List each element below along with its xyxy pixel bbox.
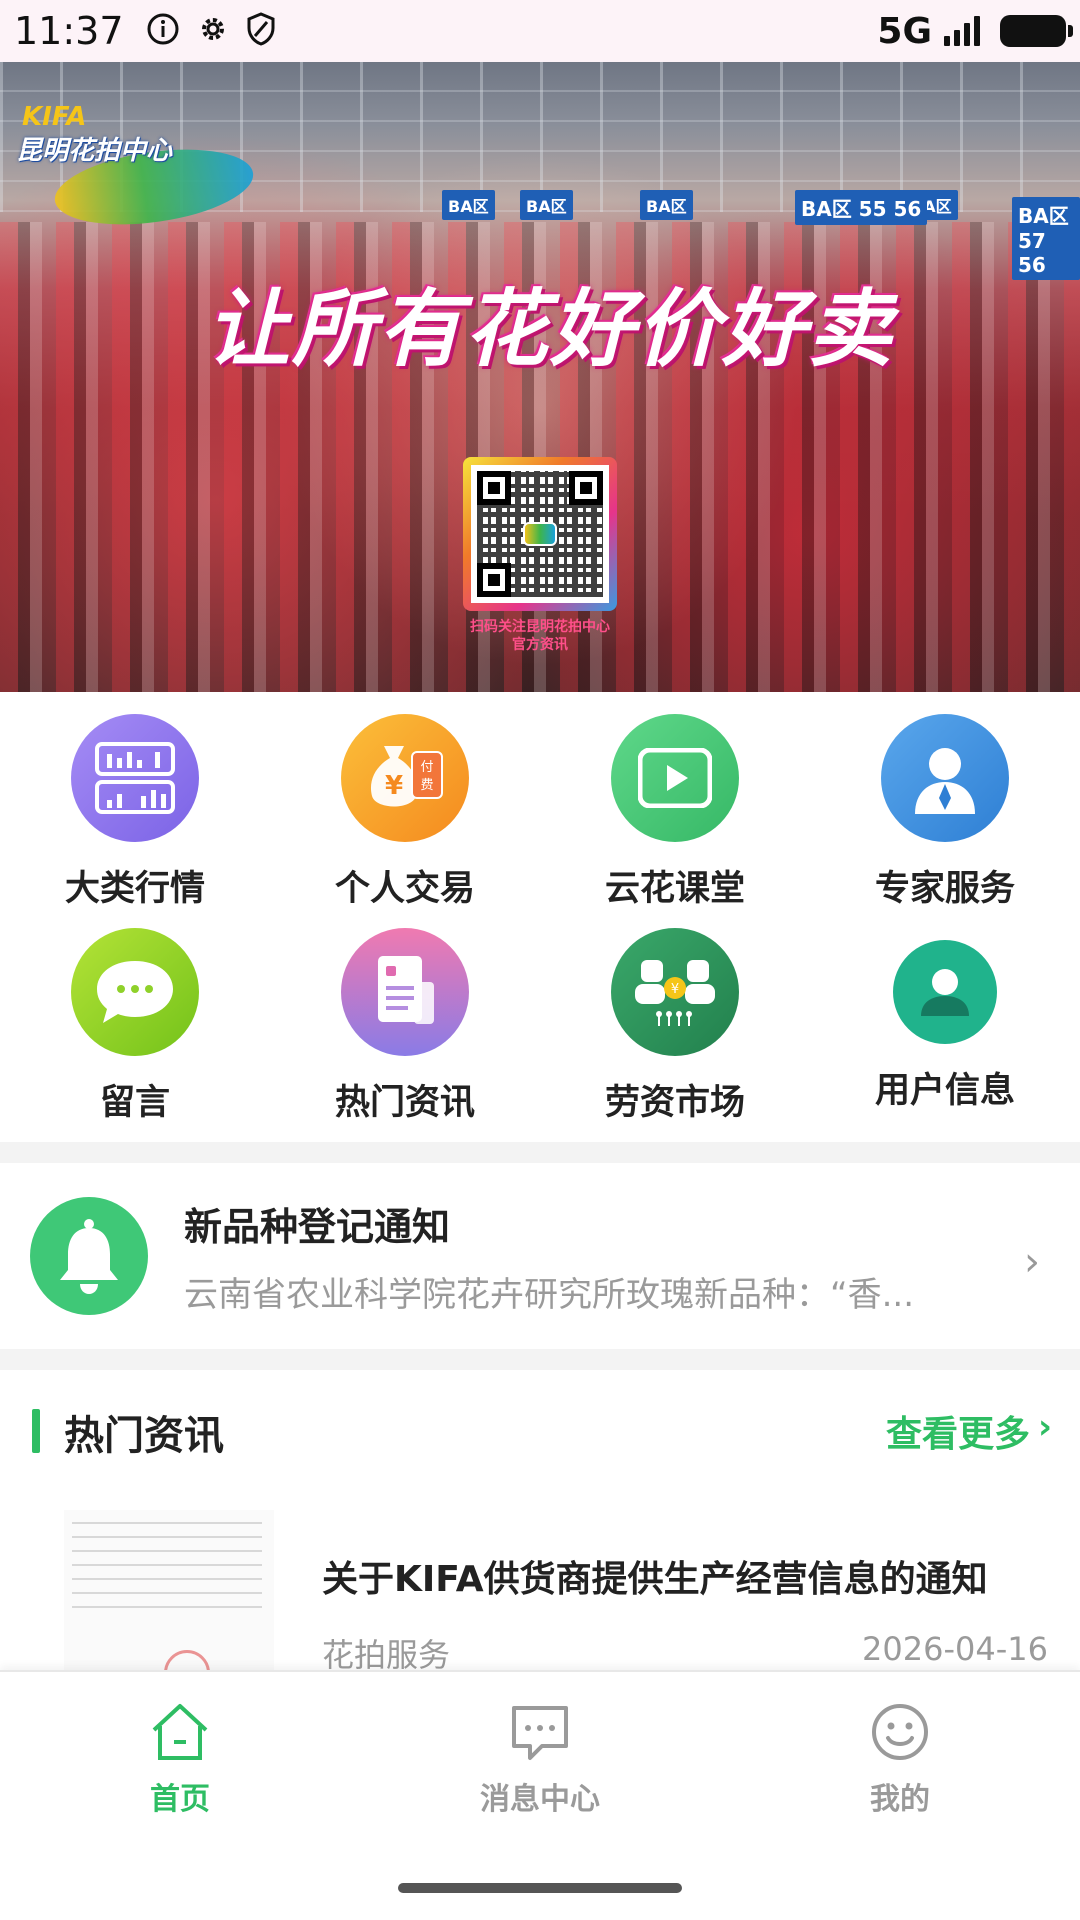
grid-label: 用户信息 [874,1071,1015,1111]
grid-label: 劳资市场 [604,1083,745,1123]
grid-item-message[interactable]: 留言 [0,916,270,1130]
bar-chart-icon [71,714,199,842]
news-date: 2026-04-16 [862,1630,1048,1668]
banner-slogan: 让所有花好价好卖 [205,279,894,378]
zone-sign: BA区 55 56 [795,190,928,225]
grid-item-market[interactable]: 大类行情 [0,702,270,916]
nav-item-messages[interactable]: 消息中心 [440,1702,640,1818]
svg-text:¥: ¥ [671,982,679,997]
qr-caption: 扫码关注昆明花拍中心 官方资讯 [440,618,640,654]
nav-item-home[interactable]: 首页 [80,1702,280,1818]
nav-label: 我的 [870,1782,930,1817]
svg-text:费: 费 [420,778,433,793]
home-indicator[interactable] [398,1883,682,1893]
nav-label: 首页 [150,1782,210,1817]
document-icon [341,928,469,1056]
logo-text: KIFA [22,102,87,132]
section-divider [0,1142,1080,1163]
notice-title: 新品种登记通知 [184,1205,451,1249]
status-bar: 11:37 5G [0,0,1080,62]
grid-label: 云花课堂 [604,869,745,909]
logo-name: 昆明花拍中心 [16,136,173,166]
grid-item-user-info[interactable]: 用户信息 [810,916,1080,1130]
qr-code [463,457,617,611]
promo-banner[interactable]: BA区 BA区 BA区 BA区 BA区 55 56 BA区 57 56 KIFA… [0,62,1080,692]
feature-grid: 大类行情 ¥ 付费 个人交易 云花课堂 专家服务 留言 热门资讯 ¥ 劳资市场 [0,702,1080,1142]
svg-text:付: 付 [420,760,433,775]
user-icon [893,940,997,1044]
chevron-right-icon: › [1024,1239,1040,1285]
message-icon [508,1702,572,1766]
notice-card[interactable]: 新品种登记通知 云南省农业科学院花卉研究所玫瑰新品种：“香... › [0,1163,1080,1349]
grid-label: 个人交易 [334,869,475,909]
view-more-link[interactable]: 查看更多 [886,1405,1030,1457]
grid-item-labor-market[interactable]: ¥ 劳资市场 [540,916,810,1130]
gear-icon [196,12,230,50]
home-icon [148,1702,212,1766]
notice-description: 云南省农业科学院花卉研究所玫瑰新品种：“香... [184,1275,915,1315]
status-time: 11:37 [14,9,124,53]
nav-item-mine[interactable]: 我的 [800,1702,1000,1818]
news-thumbnail [64,1510,274,1670]
svg-text:¥: ¥ [385,771,403,801]
zone-sign: BA区 [442,190,495,220]
grid-label: 专家服务 [874,869,1015,909]
people-icon: ¥ [611,928,739,1056]
chat-bubble-icon [71,928,199,1056]
play-icon [611,714,739,842]
chevron-right-icon: › [1037,1407,1052,1447]
battery-icon [1000,15,1073,47]
news-list-item[interactable]: 关于KIFA供货商提供生产经营信息的通知 花拍服务 2026-04-16 [0,1500,1080,1674]
kifa-logo: KIFA 昆明花拍中心 [14,102,264,236]
grid-label: 大类行情 [64,869,205,909]
expert-icon [881,714,1009,842]
grid-item-expert[interactable]: 专家服务 [810,702,1080,916]
zone-sign: BA区 57 56 [1012,197,1080,280]
money-bag-icon: ¥ 付费 [341,714,469,842]
zone-sign: BA区 [520,190,573,220]
grid-item-hot-news[interactable]: 热门资讯 [270,916,540,1130]
smiley-icon [868,1702,932,1766]
qr-caption-line: 官方资讯 [512,637,568,653]
zone-sign: BA区 [640,190,693,220]
shield-icon [246,12,276,50]
signal-icon [944,16,980,46]
grid-item-personal-trade[interactable]: ¥ 付费 个人交易 [270,702,540,916]
grid-item-classroom[interactable]: 云花课堂 [540,702,810,916]
grid-label: 留言 [99,1083,170,1123]
info-icon [146,12,180,50]
qr-caption-line: 扫码关注昆明花拍中心 [470,619,610,635]
network-label: 5G [877,10,932,52]
hot-news-header: 热门资讯 查看更多 › [0,1385,1080,1475]
section-divider [0,1349,1080,1370]
section-title: 热门资讯 [64,1413,224,1459]
nav-label: 消息中心 [480,1782,600,1817]
bell-icon [30,1197,148,1315]
news-title: 关于KIFA供货商提供生产经营信息的通知 [322,1559,988,1600]
grid-label: 热门资讯 [334,1083,475,1123]
section-accent-bar [32,1409,40,1453]
